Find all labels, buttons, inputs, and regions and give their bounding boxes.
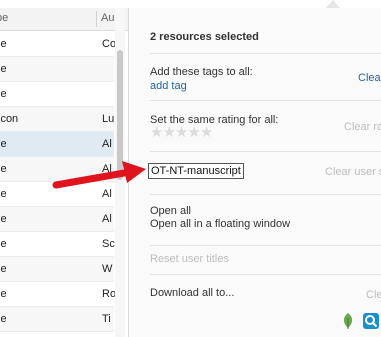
- reset-user-titles-button[interactable]: Reset user titles: [150, 253, 229, 265]
- rating-section: Set the same rating for all: ★★★★★ Clear…: [150, 101, 381, 152]
- cell-author: W: [102, 263, 113, 275]
- add-tag-link[interactable]: add tag: [150, 80, 187, 92]
- multi-selection-panel: 2 resources selected Add these tags to a…: [128, 8, 381, 337]
- table-row[interactable]: le Ro: [0, 282, 116, 307]
- cell-type: le: [0, 263, 7, 275]
- reset-section: Reset user titles: [150, 246, 381, 275]
- table-row[interactable]: le: [0, 82, 114, 107]
- tags-section: Add these tags to all: add tag Clear: [150, 54, 381, 101]
- table-row[interactable]: le Co: [0, 32, 116, 57]
- cell-type: le: [0, 288, 7, 300]
- download-section: Download all to... Cle: [150, 275, 381, 315]
- rating-stars[interactable]: ★★★★★: [150, 124, 213, 140]
- cell-type: icon: [0, 113, 19, 125]
- star-icon[interactable]: ★: [162, 125, 175, 140]
- panel-pointer: [326, 0, 340, 8]
- open-floating-window-link[interactable]: Open all in a floating window: [150, 218, 290, 230]
- table-row[interactable]: le W: [0, 257, 114, 282]
- star-icon[interactable]: ★: [187, 125, 200, 140]
- cell-author: Al: [102, 138, 112, 150]
- cell-type: le: [0, 38, 7, 50]
- cell-type: le: [0, 313, 7, 325]
- cell-type: le: [0, 138, 7, 150]
- red-arrow-annotation: [52, 161, 146, 189]
- cell-author: Lu: [102, 113, 115, 125]
- title-section: OT-NT-manuscript Clear user s: [148, 152, 381, 195]
- tags-label: Add these tags to all:: [150, 66, 253, 78]
- table-row[interactable]: le Ti: [0, 307, 114, 332]
- cell-type: le: [0, 88, 7, 100]
- star-icon[interactable]: ★: [150, 125, 163, 140]
- table-row-selected[interactable]: le Al: [0, 132, 114, 157]
- cell-author: Co: [102, 38, 116, 50]
- table-row[interactable]: le Al: [0, 207, 114, 232]
- download-clear-button[interactable]: Cle: [366, 289, 381, 301]
- clear-tags-button[interactable]: Clear: [358, 72, 381, 84]
- column-header-type[interactable]: pe: [0, 12, 8, 24]
- table-header: pe Au: [0, 8, 128, 31]
- clear-user-titles-button[interactable]: Clear user s: [325, 166, 381, 178]
- evernote-leaf-icon[interactable]: [341, 312, 355, 330]
- cell-type: le: [0, 63, 7, 75]
- open-section: Open all Open all in a floating window: [150, 195, 381, 246]
- clear-rating-button[interactable]: Clear ra: [344, 121, 381, 133]
- table-row[interactable]: le: [0, 57, 114, 82]
- selection-title: 2 resources selected: [150, 31, 259, 43]
- cell-type: le: [0, 213, 7, 225]
- cell-type: le: [0, 238, 7, 250]
- cell-author: Ti: [102, 313, 111, 325]
- star-icon[interactable]: ★: [200, 125, 213, 140]
- column-header-author[interactable]: Au: [101, 12, 114, 24]
- star-icon[interactable]: ★: [175, 125, 188, 140]
- table-row[interactable]: le Sc: [0, 232, 115, 257]
- user-title-field[interactable]: OT-NT-manuscript: [148, 163, 244, 179]
- download-all-button[interactable]: Download all to...: [150, 287, 234, 299]
- table-row[interactable]: icon Lu: [0, 107, 114, 132]
- selection-header: 2 resources selected: [150, 8, 381, 54]
- cell-author: Al: [102, 213, 112, 225]
- cell-author: Ro: [102, 288, 116, 300]
- cell-author: Sc: [102, 238, 115, 250]
- search-icon[interactable]: [362, 312, 380, 330]
- open-all-link[interactable]: Open all: [150, 205, 191, 217]
- column-divider[interactable]: [96, 11, 97, 27]
